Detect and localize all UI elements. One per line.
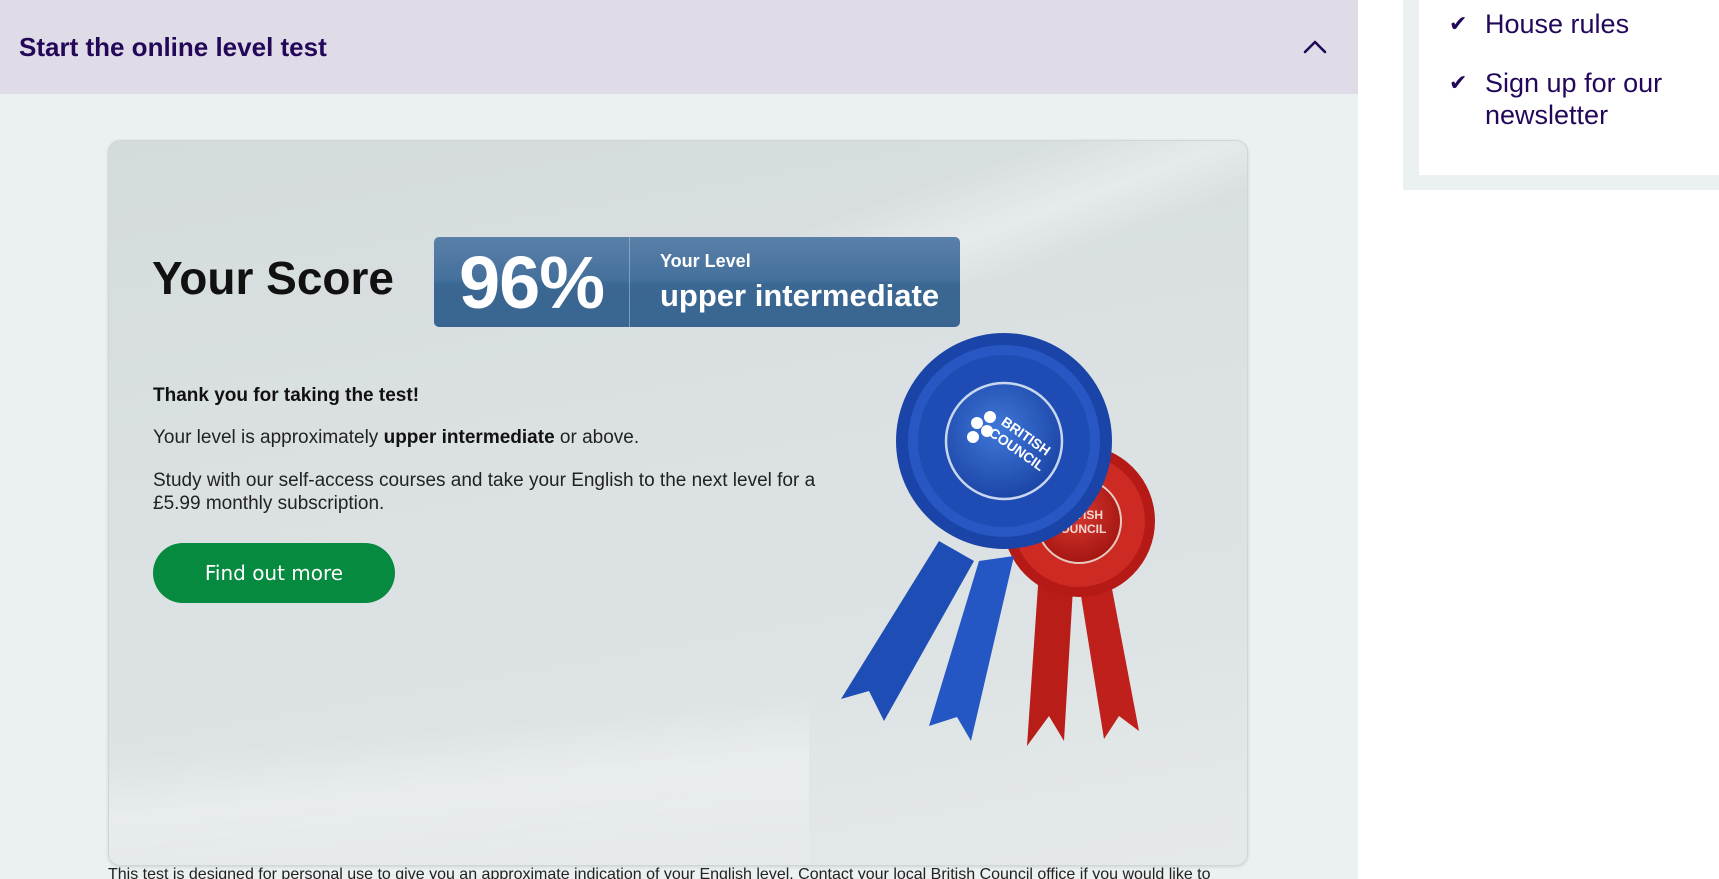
thank-you-text: Thank you for taking the test! [153, 385, 420, 406]
checkmark-icon: ✔ [1449, 11, 1468, 36]
checkmark-icon: ✔ [1449, 70, 1468, 95]
score-card: Your Score 96% Your Level upper intermed… [108, 140, 1248, 866]
level-line-prefix: Your level is approximately [153, 427, 384, 448]
score-box: 96% Your Level upper intermediate [434, 237, 960, 327]
level-line-suffix: or above. [554, 427, 640, 448]
level-line-bold: upper intermediate [383, 427, 555, 448]
find-out-more-button[interactable]: Find out more [153, 543, 395, 603]
rosette-illustration: BRITISH COUNCIL BRITISH COUNCIL [841, 333, 1155, 746]
level-value: upper intermediate [660, 278, 940, 313]
score-percent: 96% [434, 237, 630, 327]
disclaimer-text: This test is designed for personal use t… [108, 866, 1211, 879]
sidebar-item-newsletter[interactable]: ✔ Sign up for our newsletter [1449, 67, 1719, 131]
score-level-panel: Your Level upper intermediate [630, 237, 960, 327]
blue-rosette: BRITISH COUNCIL [896, 333, 1112, 549]
sidebar-item-label: Sign up for our newsletter [1485, 68, 1663, 130]
accordion-title: Start the online level test [19, 31, 327, 62]
level-label: Your Level [660, 251, 751, 271]
main-column: Start the online level test Your Score 9… [0, 0, 1358, 879]
study-line: Study with our self-access courses and t… [153, 470, 816, 514]
sidebar-panel: ✔ House rules ✔ Sign up for our newslett… [1419, 0, 1719, 175]
level-line: Your level is approximately upper interm… [153, 427, 639, 449]
sidebar-item-label: House rules [1485, 9, 1630, 39]
your-score-heading: Your Score [152, 252, 394, 304]
sidebar: ✔ House rules ✔ Sign up for our newslett… [1403, 0, 1719, 190]
chevron-up-icon[interactable] [1300, 32, 1330, 62]
accordion-header[interactable]: Start the online level test [0, 0, 1358, 94]
sidebar-item-house-rules[interactable]: ✔ House rules [1449, 8, 1719, 40]
card-sheen-bottom [109, 685, 809, 865]
